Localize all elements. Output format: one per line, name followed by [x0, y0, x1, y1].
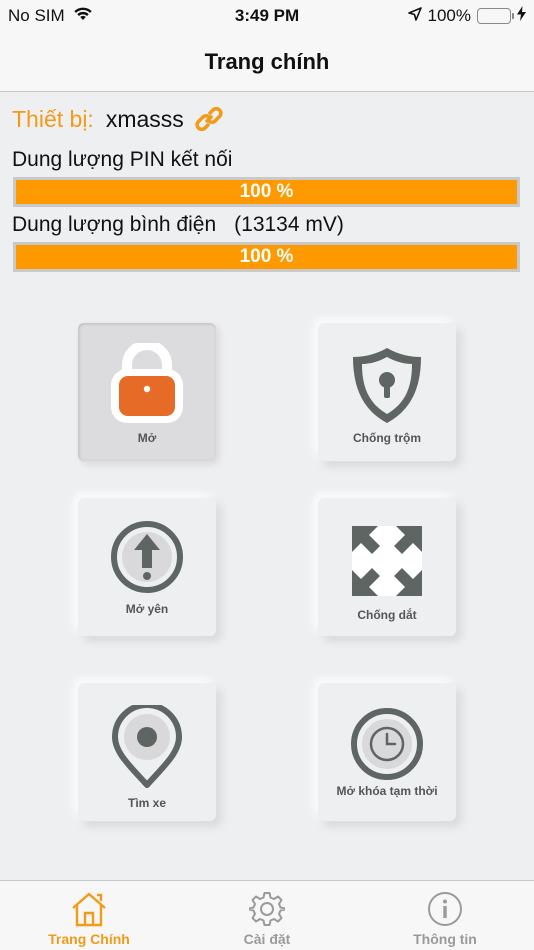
arrow-up-circle-icon — [110, 520, 184, 594]
find-vehicle-button[interactable]: Tìm xe — [78, 683, 216, 821]
open-seat-button[interactable]: Mở yên — [78, 498, 216, 636]
tab-label: Cài đặt — [243, 931, 291, 947]
tab-label: Thông tin — [413, 931, 477, 947]
anti-push-button[interactable]: Chống dắt — [318, 498, 456, 636]
tab-label: Trang Chính — [48, 931, 130, 947]
pin-capacity-label: Dung lượng PIN kết nối — [12, 148, 233, 171]
status-right-group: 100% — [407, 6, 526, 26]
tile-label: Mở — [137, 431, 157, 445]
info-icon — [427, 889, 463, 929]
device-name: xmasss — [105, 105, 184, 132]
tile-label: Mở yên — [125, 602, 169, 616]
battery-capacity-row: Dung lượng bình điện (13134 mV) — [12, 213, 344, 237]
charging-bolt-icon — [517, 6, 526, 26]
tile-label: Tìm xe — [127, 796, 166, 810]
tile-label: Chống dắt — [357, 608, 417, 622]
tile-label: Chống trộm — [353, 431, 421, 445]
device-row: Thiết bị: xmasss — [12, 104, 224, 134]
home-icon — [70, 889, 108, 929]
gear-icon — [249, 889, 285, 929]
tab-info[interactable]: Thông tin — [356, 881, 534, 950]
pin-progress-bar: 100 % — [13, 177, 520, 207]
battery-progress-bar: 100 % — [13, 242, 520, 272]
navigation-bar: Trang chính — [0, 32, 534, 92]
location-arrow-icon — [407, 6, 422, 26]
tab-home[interactable]: Trang Chính — [0, 881, 178, 950]
tile-label: Mở khóa tạm thời — [336, 784, 438, 798]
battery-percent: 100% — [427, 6, 471, 25]
padlock-icon — [107, 343, 187, 423]
clock-timer-icon — [350, 707, 424, 781]
page-title: Trang chính — [204, 48, 330, 74]
status-bar: No SIM 3:49 PM 100% — [0, 0, 534, 32]
battery-progress-text: 100 % — [239, 246, 294, 267]
device-label: Thiết bị: — [12, 105, 94, 132]
anti-theft-button[interactable]: Chống trộm — [318, 323, 456, 461]
battery-icon — [477, 8, 514, 24]
map-pin-icon — [111, 705, 183, 789]
battery-progress-fill: 100 % — [16, 245, 517, 269]
pin-progress-fill: 100 % — [16, 180, 517, 204]
battery-voltage: (13134 mV) — [234, 213, 344, 236]
tab-bar: Trang Chính Cài đặt Thông tin — [0, 880, 534, 950]
temporary-unlock-button[interactable]: Mở khóa tạm thời — [318, 683, 456, 821]
expand-arrows-icon — [350, 524, 424, 598]
pin-progress-text: 100 % — [239, 181, 294, 202]
tab-settings[interactable]: Cài đặt — [178, 881, 356, 950]
battery-capacity-label: Dung lượng bình điện — [12, 213, 217, 236]
shield-keyhole-icon — [349, 345, 425, 425]
link-icon[interactable] — [194, 104, 224, 134]
unlock-button[interactable]: Mở — [78, 323, 216, 461]
